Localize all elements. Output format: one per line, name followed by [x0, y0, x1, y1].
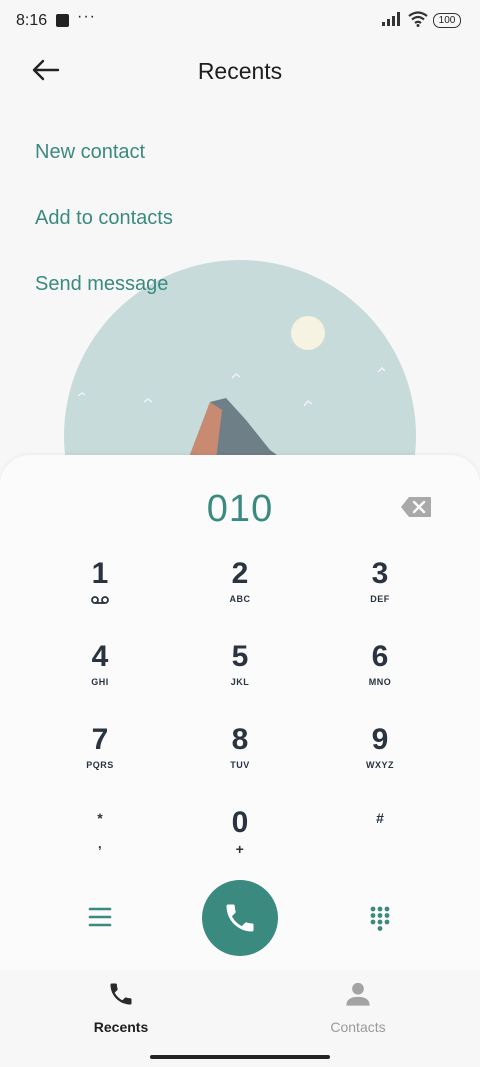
key-5[interactable]: 5 JKL [180, 640, 300, 688]
key-digit: * [97, 810, 103, 826]
key-star[interactable]: * , [40, 808, 160, 851]
menu-icon[interactable] [88, 906, 112, 928]
key-8[interactable]: 8 TUV [180, 723, 300, 771]
keypad-icon[interactable] [369, 905, 391, 931]
key-3[interactable]: 3 DEF [320, 557, 440, 605]
person-icon [346, 982, 370, 1006]
key-digit: 0 [231, 806, 249, 839]
key-digit: 9 [371, 723, 389, 756]
backspace-icon[interactable] [400, 496, 432, 518]
nav-recents-label: Recents [93, 1019, 149, 1035]
key-9[interactable]: 9 WXYZ [320, 723, 440, 771]
status-time: 8:16 [16, 12, 48, 29]
key-digit: 2 [231, 557, 249, 590]
key-hash[interactable]: # [320, 808, 440, 836]
key-digit: 6 [371, 640, 389, 673]
more-notifications-icon: ··· [77, 8, 96, 25]
nav-contacts[interactable]: Contacts [298, 980, 418, 1035]
nav-recents[interactable]: Recents [61, 980, 181, 1035]
key-6[interactable]: 6 MNO [320, 640, 440, 688]
key-letters: ABC [229, 594, 251, 604]
key-digit: 1 [91, 557, 109, 590]
wifi-icon [408, 11, 428, 27]
key-letters: , [97, 836, 103, 851]
key-letters: + [235, 841, 245, 857]
notification-icon [56, 14, 69, 27]
key-digit: 5 [231, 640, 249, 673]
key-letters [40, 594, 160, 604]
key-0[interactable]: 0 + [180, 806, 300, 858]
key-letters: GHI [91, 677, 109, 687]
voicemail-icon [91, 595, 109, 604]
send-message-option[interactable]: Send message [35, 273, 168, 296]
phone-icon [226, 904, 254, 932]
status-bar: 8:16 ··· 100 [0, 0, 480, 42]
key-digit: # [376, 810, 384, 826]
key-letters: MNO [368, 677, 392, 687]
nav-contacts-label: Contacts [330, 1019, 386, 1035]
new-contact-option[interactable]: New contact [35, 141, 145, 164]
key-letters: JKL [230, 677, 250, 687]
signal-icon [382, 12, 400, 26]
home-indicator[interactable] [150, 1055, 330, 1059]
key-1[interactable]: 1 [40, 558, 160, 604]
key-letters: TUV [230, 760, 250, 770]
page-title: Recents [197, 58, 283, 84]
call-button[interactable] [202, 880, 278, 956]
key-2[interactable]: 2 ABC [180, 557, 300, 605]
key-digit: 7 [91, 723, 109, 756]
key-letters: DEF [370, 594, 390, 604]
key-digit: 3 [371, 557, 389, 590]
key-7[interactable]: 7 PQRS [40, 723, 160, 771]
key-digit: 4 [91, 640, 109, 673]
battery-indicator: 100 [433, 13, 461, 28]
add-to-contacts-option[interactable]: Add to contacts [35, 207, 173, 230]
key-letters: PQRS [86, 760, 114, 770]
key-digit: 8 [231, 723, 249, 756]
phone-icon [110, 983, 132, 1005]
key-4[interactable]: 4 GHI [40, 640, 160, 688]
key-letters: WXYZ [366, 760, 394, 770]
